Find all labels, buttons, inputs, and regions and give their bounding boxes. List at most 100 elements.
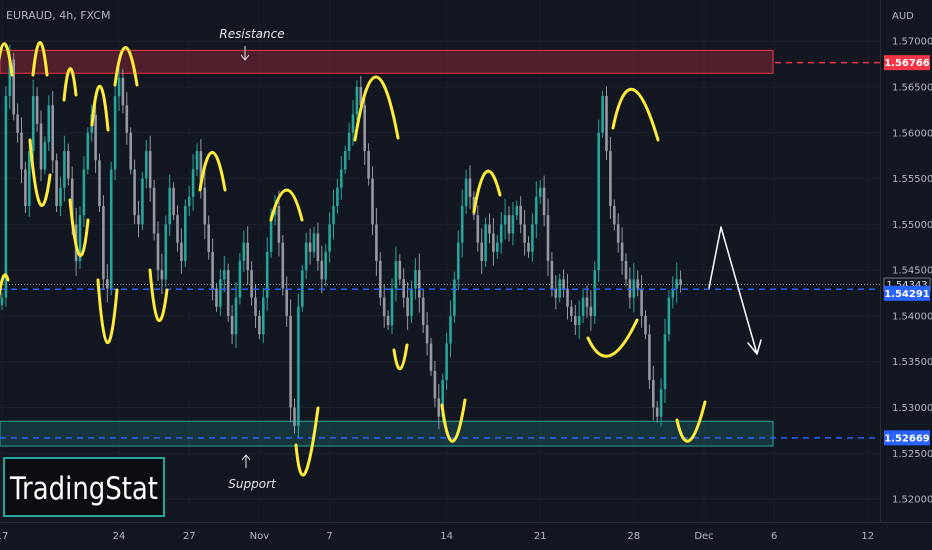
candle-body: [164, 224, 168, 280]
candle-body: [347, 132, 351, 152]
candle-body: [468, 178, 472, 197]
candle-body: [265, 251, 269, 298]
candle-body: [519, 206, 522, 225]
candle-body: [410, 288, 413, 316]
candle-body: [43, 141, 47, 170]
time-tick-label: 7: [326, 531, 332, 542]
candle-body: [644, 315, 647, 335]
candle-body: [328, 224, 331, 252]
candle-body: [566, 288, 569, 307]
candle-body: [211, 251, 214, 289]
candle-body: [496, 242, 499, 252]
candle-body: [542, 187, 546, 216]
candle-body: [195, 151, 199, 170]
candle-body: [145, 151, 148, 179]
candle-body: [262, 297, 265, 335]
candle-body: [113, 96, 117, 170]
candle-body: [464, 178, 468, 207]
candle-body: [425, 325, 429, 344]
candle-body: [289, 315, 292, 408]
candle-body: [476, 215, 480, 243]
candle-body: [609, 151, 612, 207]
svg-text:1.52669: 1.52669: [884, 433, 930, 444]
chart-canvas[interactable]: Resistance Support TradingStat EURAUD, 4…: [0, 0, 932, 550]
candle-body: [511, 215, 515, 234]
candle-body: [382, 297, 386, 316]
candle-body: [281, 242, 285, 289]
svg-text:1.54291: 1.54291: [884, 289, 930, 300]
candle-body: [28, 151, 31, 207]
candle-body: [620, 242, 624, 261]
candle-body: [16, 114, 19, 133]
candle-body: [308, 242, 312, 252]
candle-body: [24, 169, 27, 207]
currency-label: AUD: [892, 11, 914, 22]
support-label: Support: [228, 477, 277, 491]
candle-body: [47, 105, 51, 142]
candle-body: [613, 206, 616, 225]
candle-body: [597, 132, 600, 271]
candle-body: [320, 261, 324, 280]
candle-body: [581, 297, 585, 316]
time-tick-label: Dec: [694, 531, 713, 542]
price-tick-label: 1.53500: [892, 357, 932, 368]
candle-body: [523, 224, 526, 243]
time-tick-label: 24: [113, 531, 126, 542]
candle-body: [636, 279, 639, 289]
candle-body: [168, 187, 171, 225]
candle-body: [67, 151, 70, 179]
candle-body: [445, 343, 448, 381]
price-tick-label: 1.56000: [892, 128, 932, 139]
price-tick-label: 1.53000: [892, 403, 932, 414]
candle-body: [20, 132, 23, 170]
candle-body: [0, 297, 4, 305]
price-tick-label: 1.52000: [892, 495, 932, 506]
candle-body: [402, 279, 405, 298]
candle-body: [418, 270, 421, 298]
logo-text: TradingStat: [9, 471, 158, 507]
candle-body: [293, 407, 296, 426]
price-tick-label: 1.55500: [892, 174, 932, 185]
candle-body: [152, 187, 156, 234]
candle-body: [180, 242, 183, 261]
candle-body: [605, 96, 608, 152]
candle-body: [562, 279, 565, 289]
price-tick-label: 1.56500: [892, 83, 932, 94]
candle-body: [616, 224, 620, 243]
candle-body: [535, 196, 538, 225]
candle-body: [457, 242, 460, 280]
candle-body: [94, 114, 97, 161]
candle-body: [82, 169, 86, 216]
candle-body: [488, 224, 491, 234]
candle-body: [226, 270, 230, 316]
candle-body: [355, 87, 359, 115]
candle-body: [121, 77, 125, 106]
candle-body: [675, 279, 678, 289]
candle-body: [632, 279, 636, 298]
candle-body: [219, 279, 222, 307]
candle-body: [667, 297, 671, 335]
candle-body: [39, 123, 43, 170]
candle-body: [640, 288, 643, 316]
candle-body: [223, 270, 226, 280]
candle-body: [507, 215, 511, 234]
symbol-title[interactable]: EURAUD, 4h, FXCM: [6, 9, 110, 22]
candle-body: [234, 297, 238, 335]
time-tick-label: 21: [534, 531, 547, 542]
candle-body: [246, 242, 249, 271]
candle-body: [679, 279, 682, 285]
price-tag-support-low: 1.52669: [884, 430, 930, 446]
support-zone[interactable]: [0, 420, 774, 447]
candle-body: [371, 178, 374, 225]
candle-body: [285, 288, 288, 316]
candle-body: [297, 306, 300, 426]
time-tick-label: Nov: [250, 531, 270, 542]
candle-body: [499, 224, 503, 243]
candle-body: [187, 196, 191, 207]
candle-body: [137, 215, 140, 225]
candle-body: [242, 242, 246, 261]
candle-body: [31, 96, 35, 152]
candle-body: [176, 215, 179, 243]
candle-body: [332, 206, 335, 225]
candle-body: [527, 242, 530, 252]
